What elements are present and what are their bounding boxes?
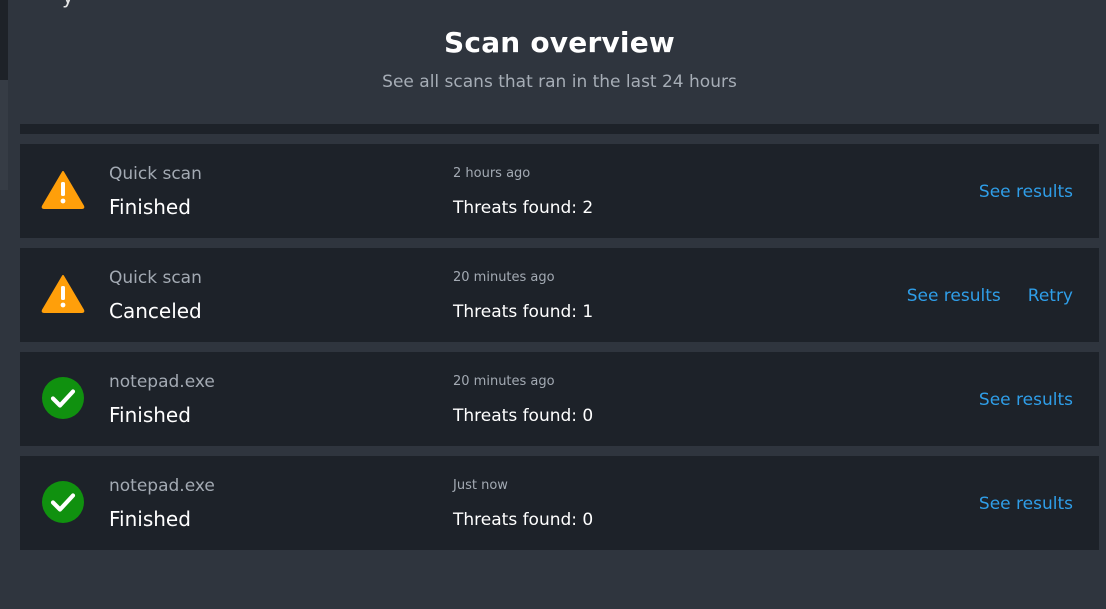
scan-name: notepad.exe (109, 476, 215, 496)
scan-state: Finished (109, 403, 191, 427)
scan-card: Quick scan Canceled 20 minutes ago Threa… (20, 248, 1099, 342)
scan-state: Finished (109, 195, 191, 219)
see-results-link[interactable]: See results (979, 180, 1073, 204)
scan-card: notepad.exe Finished 20 minutes ago Thre… (20, 352, 1099, 446)
threats-found: Threats found: 0 (453, 510, 594, 530)
left-pane-edge (0, 0, 8, 80)
scan-actions: See results (979, 492, 1073, 516)
warning-icon (41, 272, 85, 316)
see-results-link[interactable]: See results (979, 388, 1073, 412)
scan-name: Quick scan (109, 268, 202, 288)
check-circle-icon (41, 376, 85, 420)
left-pane-edge-lower (0, 80, 8, 190)
scan-time: 2 hours ago (453, 166, 531, 181)
check-circle-icon (41, 480, 85, 524)
scan-state: Canceled (109, 299, 202, 323)
retry-link[interactable]: Retry (1028, 284, 1073, 308)
scan-name: notepad.exe (109, 372, 215, 392)
scan-name: Quick scan (109, 164, 202, 184)
warning-icon (41, 168, 85, 212)
threats-found: Threats found: 2 (453, 198, 594, 218)
scan-actions: See results (979, 180, 1073, 204)
scan-actions: See results (979, 388, 1073, 412)
see-results-link[interactable]: See results (907, 284, 1001, 308)
scan-state: Finished (109, 507, 191, 531)
page-subtitle: See all scans that ran in the last 24 ho… (382, 72, 737, 92)
scan-time: Just now (453, 478, 508, 493)
see-results-link[interactable]: See results (979, 492, 1073, 516)
scan-time: 20 minutes ago (453, 374, 555, 389)
page-header: Scan overview See all scans that ran in … (20, 24, 1099, 94)
scan-card: notepad.exe Finished Just now Threats fo… (20, 456, 1099, 550)
page-title: Scan overview (444, 26, 675, 59)
scan-card: Quick scan Finished 2 hours ago Threats … (20, 144, 1099, 238)
scan-time: 20 minutes ago (453, 270, 555, 285)
scan-actions: See results Retry (907, 284, 1073, 308)
scan-list: Quick scan Finished 2 hours ago Threats … (20, 144, 1099, 560)
threats-found: Threats found: 0 (453, 406, 594, 426)
partial-scan-card (20, 124, 1099, 134)
threats-found: Threats found: 1 (453, 302, 594, 322)
clipped-text: y (62, 0, 74, 6)
